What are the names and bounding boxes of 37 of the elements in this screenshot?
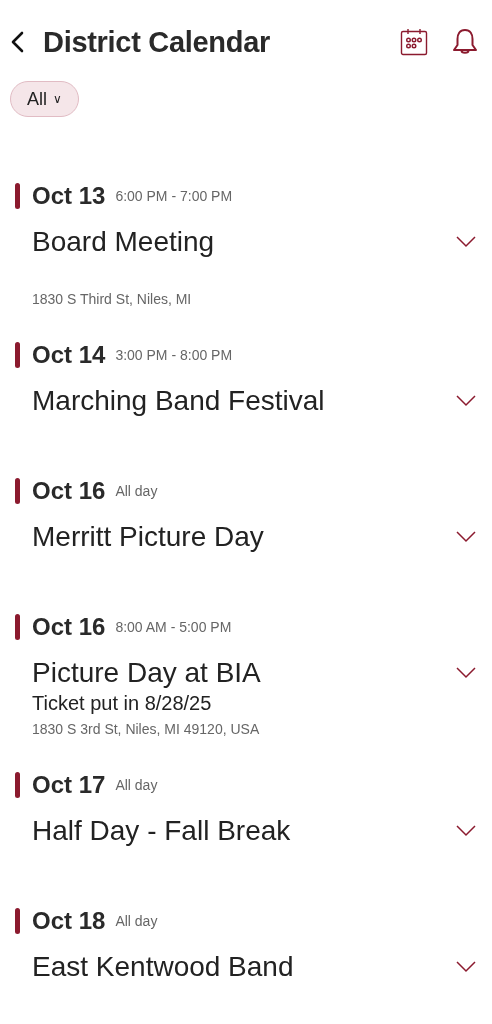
event-time: 6:00 PM - 7:00 PM — [115, 188, 233, 204]
event-address: 1830 S Third St, Niles, MI — [31, 290, 193, 308]
date-marker — [15, 342, 20, 368]
date-marker — [15, 183, 20, 209]
event-address: 1830 S 3rd St, Niles, MI 49120, USA — [31, 720, 261, 738]
event-time: All day — [115, 913, 158, 929]
event-title: Half Day - Fall Break — [32, 815, 292, 847]
notifications-icon[interactable] — [452, 28, 478, 56]
date-marker — [15, 478, 20, 504]
calendar-icon[interactable] — [400, 28, 428, 56]
event-note: Ticket put in 8/28/25 — [31, 691, 213, 715]
event-title: Board Meeting — [32, 226, 216, 258]
event-time: All day — [115, 777, 158, 793]
event-title: Merritt Picture Day — [32, 521, 265, 553]
chevron-icon[interactable] — [456, 236, 476, 248]
event-date: Oct 14 — [32, 341, 106, 369]
event-title: East Kentwood Band — [32, 951, 295, 983]
event-time: All day — [115, 483, 158, 499]
filter-dropdown[interactable]: All ∨ — [10, 81, 79, 117]
event-date: Oct 13 — [32, 182, 106, 210]
event-title: Picture Day at BIA — [32, 657, 262, 689]
chevron-icon[interactable] — [456, 825, 476, 837]
date-marker — [15, 908, 20, 934]
chevron-icon[interactable] — [456, 667, 476, 679]
event-date: Oct 17 — [32, 771, 106, 799]
event-title: Marching Band Festival — [32, 385, 326, 417]
event-date: Oct 18 — [32, 907, 106, 935]
event-time: 8:00 AM - 5:00 PM — [115, 619, 232, 635]
chevron-icon[interactable] — [456, 531, 476, 543]
event-date: Oct 16 — [32, 613, 106, 641]
date-marker — [15, 772, 20, 798]
chevron-icon[interactable] — [456, 395, 476, 407]
chevron-icon[interactable] — [456, 961, 476, 973]
date-marker — [15, 614, 20, 640]
event-date: Oct 16 — [32, 477, 106, 505]
page-title: District Calendar — [43, 25, 271, 59]
event-time: 3:00 PM - 8:00 PM — [115, 347, 233, 363]
